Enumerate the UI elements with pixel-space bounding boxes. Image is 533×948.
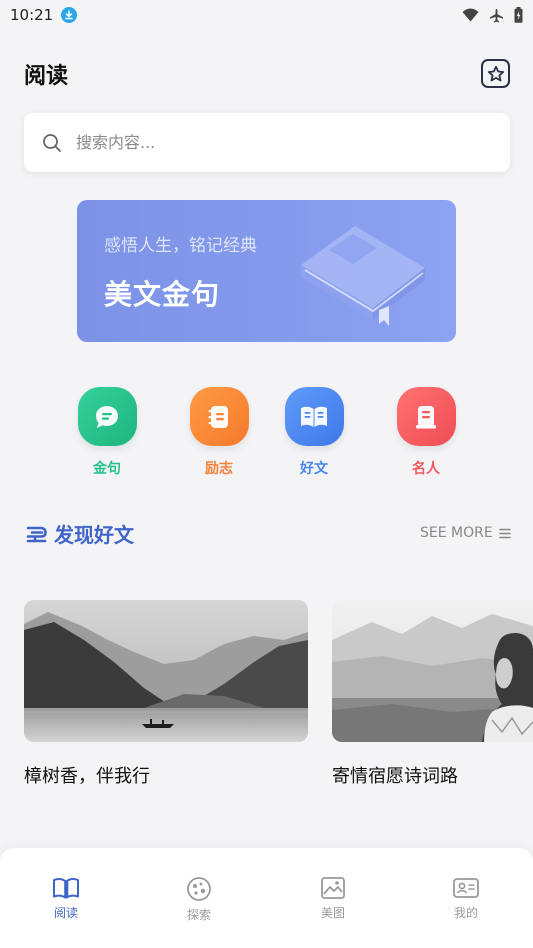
star-icon <box>487 65 504 81</box>
feature-banner[interactable]: 感悟人生，铭记经典 美文金句 <box>77 200 456 342</box>
nav-item-read[interactable]: 阅读 <box>36 876 96 921</box>
nav-item-pictures[interactable]: 美图 <box>303 876 363 921</box>
search-box[interactable] <box>24 113 510 172</box>
category-jinju[interactable]: 金句 <box>77 387 137 478</box>
article-title: 樟树香，伴我行 <box>24 766 150 787</box>
nav-item-explore[interactable]: 探索 <box>169 876 229 923</box>
nav-label: 我的 <box>453 906 478 920</box>
banner-subtitle: 感悟人生，铭记经典 <box>104 236 257 256</box>
open-book-icon <box>284 387 344 446</box>
explore-icon <box>187 877 211 901</box>
picture-icon <box>321 877 345 899</box>
download-icon <box>61 7 78 23</box>
airplane-icon <box>489 8 504 23</box>
battery-icon <box>514 7 523 23</box>
card-icon <box>396 387 456 446</box>
article-card[interactable]: 樟树香，伴我行 <box>24 600 308 788</box>
nav-label: 阅读 <box>53 906 78 920</box>
discover-icon <box>26 526 47 542</box>
banner-title: 美文金句 <box>104 278 221 311</box>
book-icon <box>53 878 79 899</box>
category-label: 名人 <box>412 461 440 477</box>
section-header: 发现好文 <box>26 519 134 548</box>
book-illustration-icon <box>301 226 425 326</box>
chat-bubble-icon <box>77 387 137 446</box>
search-icon <box>43 133 61 152</box>
article-title: 寄情宿愿诗词路 <box>332 766 458 787</box>
category-label: 好文 <box>300 461 328 477</box>
see-more-link[interactable]: SEE MORE <box>420 525 511 541</box>
status-right <box>462 7 523 23</box>
search-input[interactable] <box>76 133 456 152</box>
nav-label: 探索 <box>186 908 211 922</box>
page-title: 阅读 <box>24 64 69 89</box>
notebook-icon <box>189 387 249 446</box>
article-image-lake <box>24 600 308 742</box>
category-haowen[interactable]: 好文 <box>284 387 344 478</box>
see-more-label: SEE MORE <box>420 525 493 541</box>
article-card[interactable]: 寄情宿愿诗词路 <box>332 600 533 788</box>
status-time: 10:21 <box>10 6 54 24</box>
section-title: 发现好文 <box>54 523 134 547</box>
category-mingren[interactable]: 名人 <box>396 387 456 478</box>
nav-label: 美图 <box>320 906 345 920</box>
bottom-nav: 阅读 探索 美图 我的 <box>0 848 533 948</box>
favorites-button[interactable] <box>481 59 510 88</box>
wifi-icon <box>462 8 479 22</box>
status-left: 10:21 <box>10 6 78 24</box>
menu-icon <box>498 528 511 538</box>
category-label: 金句 <box>93 461 121 477</box>
nav-item-profile[interactable]: 我的 <box>436 876 496 921</box>
profile-card-icon <box>453 878 479 898</box>
category-label: 励志 <box>205 461 233 477</box>
status-bar: 10:21 <box>0 0 533 30</box>
category-lizhi[interactable]: 励志 <box>189 387 249 478</box>
article-image-portrait <box>332 600 533 742</box>
